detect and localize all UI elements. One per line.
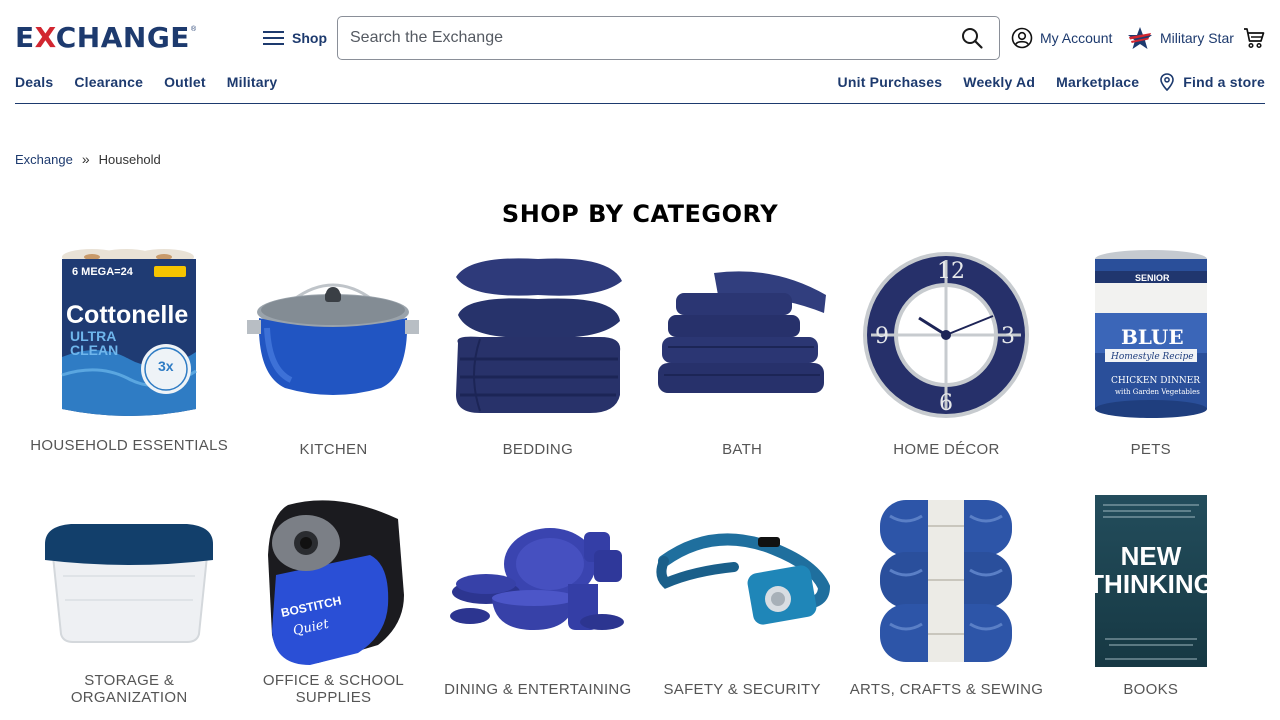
military-star-link[interactable]: Military Star xyxy=(1127,26,1234,50)
find-a-store-label: Find a store xyxy=(1183,74,1265,90)
my-account-link[interactable]: My Account xyxy=(1011,26,1112,50)
search-icon[interactable] xyxy=(960,26,984,50)
category-tile-bedding[interactable]: BEDDING xyxy=(436,245,640,473)
svg-text:SENIOR: SENIOR xyxy=(1135,273,1170,283)
category-tile-books[interactable]: NEW THINKING BOOKS xyxy=(1049,491,1253,719)
military-star-icon xyxy=(1128,27,1152,49)
pet-food-can-icon: SENIOR BLUE Homestyle Recipe CHICKEN DIN… xyxy=(1061,245,1241,425)
category-label: PETS xyxy=(1130,440,1171,458)
svg-text:CHICKEN DINNER: CHICKEN DINNER xyxy=(1111,376,1200,386)
nav-marketplace[interactable]: Marketplace xyxy=(1056,73,1139,91)
svg-text:with Garden Vegetables: with Garden Vegetables xyxy=(1115,388,1200,396)
dinnerware-icon xyxy=(448,491,628,671)
category-tile-office-school-supplies[interactable]: BOSTITCH Quiet OFFICE & SCHOOL SUPPLIES xyxy=(231,491,435,719)
category-tile-household-essentials[interactable]: 6 MEGA=24 Cottonelle ULTRA CLEAN 3x HOUS… xyxy=(27,245,231,473)
towels-icon xyxy=(652,245,832,425)
category-tile-dining-entertaining[interactable]: DINING & ENTERTAINING xyxy=(436,491,640,719)
nav-weekly-ad[interactable]: Weekly Ad xyxy=(963,73,1035,91)
site-header: EXCHANGE® Shop My Account Military Star xyxy=(0,0,1280,105)
breadcrumb-current: Household xyxy=(98,151,161,167)
military-star-label: Military Star xyxy=(1160,30,1234,46)
cart-icon[interactable] xyxy=(1242,26,1266,50)
page-title: SHOP BY CATEGORY xyxy=(501,200,779,228)
account-icon xyxy=(1011,27,1033,49)
nav-outlet[interactable]: Outlet xyxy=(164,73,206,91)
svg-text:Cottonelle: Cottonelle xyxy=(66,301,188,329)
category-label: SAFETY & SECURITY xyxy=(663,680,821,698)
category-tile-arts-crafts-sewing[interactable]: ARTS, CRAFTS & SEWING xyxy=(844,491,1048,719)
shop-label: Shop xyxy=(292,30,327,46)
storage-bin-icon xyxy=(39,491,219,671)
svg-text:THINKING: THINKING xyxy=(1095,569,1207,599)
category-label: HOUSEHOLD ESSENTIALS xyxy=(30,436,229,454)
category-tile-storage-organization[interactable]: STORAGE & ORGANIZATION xyxy=(27,491,231,719)
nav-deals[interactable]: Deals xyxy=(15,73,53,91)
pencil-sharpener-icon: BOSTITCH Quiet xyxy=(243,491,423,671)
svg-text:3x: 3x xyxy=(158,358,174,374)
comforter-icon xyxy=(448,245,628,425)
svg-text:BLUE: BLUE xyxy=(1121,325,1184,349)
nav-clearance[interactable]: Clearance xyxy=(74,73,143,91)
my-account-label: My Account xyxy=(1040,30,1113,46)
category-tile-pets[interactable]: SENIOR BLUE Homestyle Recipe CHICKEN DIN… xyxy=(1049,245,1253,473)
category-tile-kitchen[interactable]: KITCHEN xyxy=(231,245,435,473)
category-label: STORAGE & ORGANIZATION xyxy=(70,672,188,706)
wall-clock-icon: 12 3 6 9 xyxy=(856,245,1036,425)
breadcrumb-exchange[interactable]: Exchange xyxy=(15,152,73,167)
stock-pot-icon xyxy=(243,245,423,425)
exchange-logo[interactable]: EXCHANGE ® xyxy=(15,22,196,54)
find-a-store-link[interactable]: Find a store xyxy=(1160,73,1265,91)
breadcrumb-separator: » xyxy=(81,151,90,167)
svg-text:Homestyle Recipe: Homestyle Recipe xyxy=(1110,352,1194,362)
category-label: ARTS, CRAFTS & SEWING xyxy=(849,680,1044,698)
book-icon: NEW THINKING xyxy=(1061,491,1241,671)
search-bar xyxy=(337,16,1000,60)
category-tile-bath[interactable]: BATH xyxy=(640,245,844,473)
headlamp-icon xyxy=(652,491,832,671)
category-label: BEDDING xyxy=(502,440,574,458)
category-label: HOME DÉCOR xyxy=(893,440,1000,458)
category-label: DINING & ENTERTAINING xyxy=(444,680,632,698)
header-divider xyxy=(15,103,1265,104)
hamburger-icon xyxy=(263,31,284,45)
nav-military[interactable]: Military xyxy=(227,73,278,91)
nav-unit-purchases[interactable]: Unit Purchases xyxy=(838,73,943,91)
category-grid: 6 MEGA=24 Cottonelle ULTRA CLEAN 3x HOUS… xyxy=(27,245,1253,719)
primary-nav: Deals Clearance Outlet Military xyxy=(15,73,277,91)
category-label: BOOKS xyxy=(1123,680,1179,698)
category-tile-home-decor[interactable]: 12 3 6 9 HOME DÉCOR xyxy=(844,245,1048,473)
category-label: BATH xyxy=(722,440,763,458)
shop-menu-button[interactable]: Shop xyxy=(263,26,327,50)
breadcrumb: Exchange » Household xyxy=(15,151,161,167)
svg-text:9: 9 xyxy=(875,324,889,349)
svg-text:CLEAN: CLEAN xyxy=(70,342,118,358)
svg-text:12: 12 xyxy=(937,259,965,284)
secondary-nav: Unit Purchases Weekly Ad Marketplace Fin… xyxy=(838,73,1265,91)
svg-text:3: 3 xyxy=(1001,324,1015,349)
yarn-icon xyxy=(856,491,1036,671)
category-tile-safety-security[interactable]: SAFETY & SECURITY xyxy=(640,491,844,719)
category-label: OFFICE & SCHOOL SUPPLIES xyxy=(262,672,405,706)
svg-text:6: 6 xyxy=(939,391,953,416)
toilet-paper-icon: 6 MEGA=24 Cottonelle ULTRA CLEAN 3x xyxy=(39,245,219,425)
svg-text:6 MEGA=24: 6 MEGA=24 xyxy=(72,266,134,278)
svg-text:NEW: NEW xyxy=(1120,541,1181,571)
category-label: KITCHEN xyxy=(299,440,368,458)
location-pin-icon xyxy=(1160,73,1175,91)
search-input[interactable] xyxy=(350,18,960,58)
